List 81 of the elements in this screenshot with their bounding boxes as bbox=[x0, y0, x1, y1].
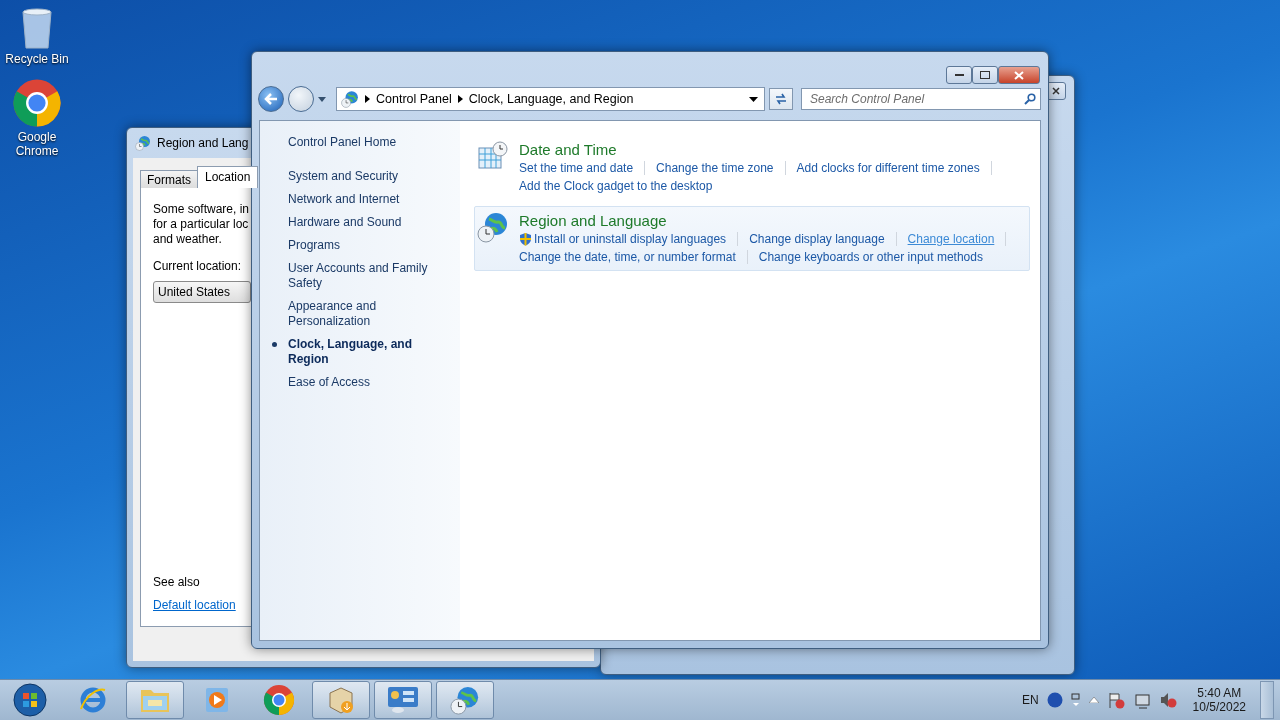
close-icon bbox=[1052, 87, 1060, 95]
taskbar-button[interactable] bbox=[436, 681, 494, 719]
nav-link[interactable]: Ease of Access bbox=[288, 375, 450, 390]
nav-link[interactable]: Network and Internet bbox=[288, 192, 450, 207]
search-input[interactable]: Search Control Panel bbox=[808, 91, 1024, 107]
globe-icon bbox=[450, 685, 480, 715]
section-title[interactable]: Date and Time bbox=[519, 140, 1003, 159]
search-icon bbox=[1024, 93, 1036, 105]
nav-link[interactable]: User Accounts and Family Safety bbox=[288, 261, 450, 291]
taskbar-button[interactable] bbox=[126, 681, 184, 719]
task-link[interactable]: Set the time and date bbox=[519, 159, 634, 177]
nav-link[interactable]: Control Panel Home bbox=[288, 135, 450, 150]
tab[interactable]: Location bbox=[197, 166, 259, 188]
window-title: Region and Lang bbox=[157, 136, 249, 150]
description-text: Some software, in bbox=[153, 202, 250, 217]
nav-link[interactable]: Hardware and Sound bbox=[288, 215, 450, 230]
task-link[interactable]: Change display language bbox=[749, 230, 885, 248]
globe-icon bbox=[477, 211, 509, 243]
location-dropdown[interactable]: United States bbox=[153, 281, 251, 303]
window-switch-icon[interactable] bbox=[1070, 693, 1081, 707]
chevron-right-icon bbox=[365, 95, 370, 103]
speaker-muted-icon[interactable] bbox=[1158, 691, 1177, 709]
address-bar[interactable]: Control Panel Clock, Language, and Region bbox=[336, 87, 765, 111]
minimize-icon bbox=[954, 73, 964, 77]
refresh-arrows-icon bbox=[774, 93, 788, 105]
task-link[interactable]: Change keyboards or other input methods bbox=[758, 248, 983, 266]
desktop-icon-label[interactable]: Google Chrome bbox=[4, 130, 70, 158]
forward-button[interactable] bbox=[288, 86, 314, 112]
search-field[interactable]: Search Control Panel bbox=[801, 88, 1041, 110]
chevron-right-icon bbox=[457, 95, 463, 103]
nav-link[interactable]: Clock, Language, and Region bbox=[288, 337, 450, 367]
taskbar-button[interactable] bbox=[374, 681, 432, 719]
task-link[interactable]: Change the time zone bbox=[656, 159, 774, 177]
back-button[interactable] bbox=[258, 86, 284, 112]
control-panel-icon bbox=[386, 685, 420, 715]
clock[interactable]: 5:40 AM 10/5/2022 bbox=[1192, 686, 1246, 714]
recycle-bin-icon bbox=[20, 6, 54, 50]
task-link[interactable]: Change the date, time, or number format bbox=[519, 248, 736, 266]
task-link[interactable]: Install or uninstall display languages bbox=[519, 230, 727, 248]
date-text: 10/5/2022 bbox=[1192, 700, 1246, 714]
breadcrumb[interactable]: Clock, Language, and Region bbox=[468, 92, 634, 106]
maximize-button[interactable] bbox=[972, 66, 998, 84]
bullet-icon bbox=[272, 342, 277, 347]
shield-icon bbox=[519, 232, 532, 246]
breadcrumb[interactable]: Control Panel bbox=[376, 92, 452, 106]
back-arrow-icon bbox=[264, 93, 278, 105]
caret-up-icon[interactable] bbox=[1088, 697, 1099, 703]
section-title[interactable]: Region and Language bbox=[519, 211, 1018, 230]
close-button[interactable] bbox=[998, 66, 1040, 84]
default-location-link[interactable]: Default location bbox=[153, 598, 236, 612]
see-also-heading: See also bbox=[153, 575, 200, 590]
flag-error-icon[interactable] bbox=[1106, 691, 1125, 709]
chrome-icon bbox=[12, 78, 62, 128]
globe-icon bbox=[135, 135, 151, 151]
nav-link[interactable]: Programs bbox=[288, 238, 450, 253]
taskbar-button[interactable] bbox=[312, 681, 370, 719]
description-text: for a particular loc bbox=[153, 217, 249, 232]
field-label: Current location: bbox=[153, 259, 242, 273]
description-text: and weather. bbox=[153, 232, 222, 247]
refresh-button[interactable] bbox=[769, 88, 793, 110]
windows-logo-icon bbox=[13, 683, 47, 717]
time-text: 5:40 AM bbox=[1197, 686, 1242, 700]
start-button[interactable] bbox=[10, 681, 50, 719]
maximize-icon bbox=[980, 71, 990, 79]
internet-explorer-icon bbox=[78, 685, 108, 715]
media-player-icon bbox=[204, 686, 230, 714]
language-indicator[interactable]: EN bbox=[1021, 693, 1039, 707]
calendar-clock-icon bbox=[477, 140, 509, 172]
package-icon bbox=[326, 685, 356, 715]
close-icon bbox=[1014, 70, 1024, 80]
tab[interactable]: Formats bbox=[140, 170, 198, 188]
nav-link[interactable]: Appearance and Personalization bbox=[288, 299, 450, 329]
network-icon[interactable] bbox=[1132, 691, 1151, 709]
desktop-icon-label[interactable]: Recycle Bin bbox=[4, 52, 70, 66]
nav-link[interactable]: System and Security bbox=[288, 169, 450, 184]
task-link[interactable]: Add clocks for different time zones bbox=[796, 159, 980, 177]
chrome-icon bbox=[263, 684, 295, 716]
dropdown-arrow-icon[interactable] bbox=[749, 96, 758, 102]
minimize-button[interactable] bbox=[946, 66, 972, 84]
control-panel-icon bbox=[341, 90, 359, 108]
task-link[interactable]: Add the Clock gadget to the desktop bbox=[519, 177, 713, 195]
